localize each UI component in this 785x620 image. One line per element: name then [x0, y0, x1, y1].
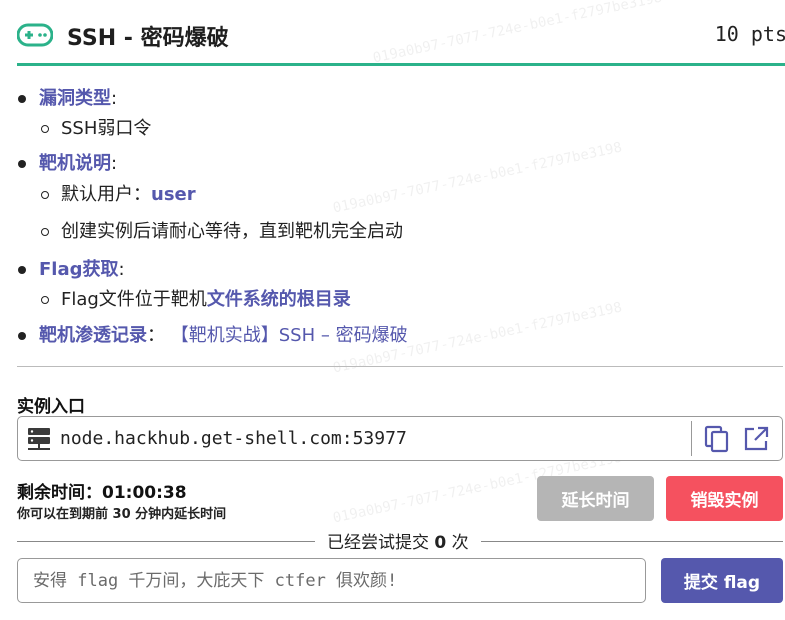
remaining-time: 剩余时间：01:00:38: [17, 478, 187, 503]
colon: :: [111, 153, 118, 174]
flag-location-item: Flag文件位于靶机文件系统的根目录: [39, 287, 777, 313]
flag-get-label: Flag获取: [39, 259, 119, 280]
target-info-item: 靶机说明: 默认用户：user 创建实例后请耐心等待，直到靶机完全启动: [17, 151, 777, 245]
server-icon: [28, 428, 50, 450]
attempts-text: 已经尝试提交: [327, 533, 429, 553]
wait-hint-item: 创建实例后请耐心等待，直到靶机完全启动: [39, 219, 777, 245]
vuln-type-label: 漏洞类型: [39, 88, 111, 109]
instance-address[interactable]: node.hackhub.get-shell.com:53977: [60, 428, 407, 449]
timer-value: 01:00:38: [102, 483, 187, 503]
writeup-label: 靶机渗透记录: [39, 325, 147, 346]
writeup-item: 靶机渗透记录： 【靶机实战】SSH – 密码爆破: [17, 323, 777, 349]
vuln-type-value: SSH弱口令: [39, 116, 777, 142]
timer-label: 剩余时间：: [17, 483, 102, 503]
divider: [17, 366, 783, 367]
challenge-header: SSH - 密码爆破 10 pts: [17, 0, 785, 66]
default-user-value: user: [151, 184, 196, 205]
attempts-unit: 次: [451, 533, 469, 553]
target-info-label: 靶机说明: [39, 153, 111, 174]
open-external-icon[interactable]: [742, 425, 770, 453]
copy-icon[interactable]: [703, 425, 731, 453]
attempts-counter: 已经尝试提交 0 次: [315, 528, 481, 553]
default-user-label: 默认用户：: [61, 184, 151, 205]
vuln-type-text: SSH弱口令: [61, 118, 152, 139]
flag-location-prefix: Flag文件位于靶机: [61, 289, 207, 310]
submit-flag-button[interactable]: 提交 flag: [661, 558, 783, 603]
extend-hint: 你可以在到期前 30 分钟内延长时间: [17, 507, 227, 522]
flag-get-item: Flag获取: Flag文件位于靶机文件系统的根目录: [17, 257, 777, 313]
instance-entry-label: 实例入口: [17, 397, 85, 417]
instance-entry-box: node.hackhub.get-shell.com:53977: [17, 416, 783, 461]
colon: :: [118, 259, 125, 280]
default-user-item: 默认用户：user: [39, 182, 777, 208]
writeup-link[interactable]: 【靶机实战】SSH – 密码爆破: [171, 325, 408, 346]
colon: :: [111, 88, 118, 109]
vuln-type-item: 漏洞类型: SSH弱口令: [17, 86, 777, 142]
colon-full: ：: [147, 325, 165, 346]
flag-location-highlight: 文件系统的根目录: [206, 289, 351, 310]
extend-time-button[interactable]: 延长时间: [537, 476, 654, 521]
wait-hint-text: 创建实例后请耐心等待，直到靶机完全启动: [61, 221, 403, 242]
gamepad-icon: [17, 23, 53, 47]
destroy-instance-button[interactable]: 销毁实例: [666, 476, 783, 521]
divider: [691, 421, 692, 456]
challenge-points: 10 pts: [714, 22, 785, 46]
attempts-count: 0: [434, 533, 447, 553]
flag-input[interactable]: [17, 558, 646, 603]
challenge-title: SSH - 密码爆破: [67, 26, 229, 51]
challenge-description: 漏洞类型: SSH弱口令 靶机说明: 默认用户：user 创建实例后请耐心等待，…: [17, 86, 777, 349]
